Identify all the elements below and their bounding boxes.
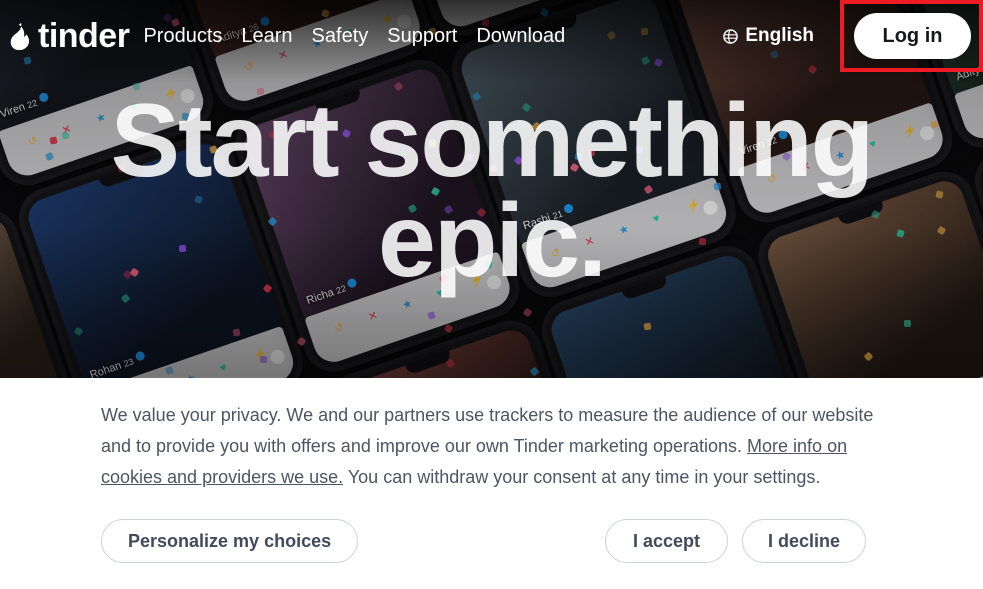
cookie-banner-actions: Personalize my choices I accept I declin…	[101, 519, 883, 563]
personalize-choices-button[interactable]: Personalize my choices	[101, 519, 359, 563]
nav-item-download[interactable]: Download	[476, 25, 565, 48]
accept-cookies-button[interactable]: I accept	[605, 519, 729, 563]
nav-item-safety[interactable]: Safety	[312, 25, 369, 48]
highlight-annotation-box	[840, 0, 983, 72]
language-selector[interactable]: English	[723, 25, 814, 47]
cookie-text-part-2: You can withdraw your consent at any tim…	[343, 467, 821, 487]
tinder-landing-page: Rashi 21↺✕★♥⚡Viren 22↺✕★♥⚡Aditya 26↺✕★♥⚡…	[0, 0, 983, 589]
cookie-consent-banner: We value your privacy. We and our partne…	[0, 378, 983, 589]
decline-cookies-button[interactable]: I decline	[742, 519, 867, 563]
cookie-banner-text: We value your privacy. We and our partne…	[101, 400, 883, 493]
header-right-group: English Log in	[723, 0, 983, 72]
login-button-container: Log in	[840, 0, 983, 72]
brand-logo[interactable]: tinder	[10, 17, 130, 55]
globe-icon	[723, 28, 739, 44]
site-header: tinder Products Learn Safety Support Dow…	[0, 0, 983, 72]
nav-item-learn[interactable]: Learn	[241, 25, 292, 48]
nav-item-support[interactable]: Support	[387, 25, 457, 48]
main-nav: Products Learn Safety Support Download	[143, 25, 565, 48]
language-label: English	[745, 25, 814, 46]
brand-wordmark: tinder	[38, 17, 130, 55]
flame-icon	[10, 22, 30, 50]
nav-item-products[interactable]: Products	[143, 25, 222, 48]
